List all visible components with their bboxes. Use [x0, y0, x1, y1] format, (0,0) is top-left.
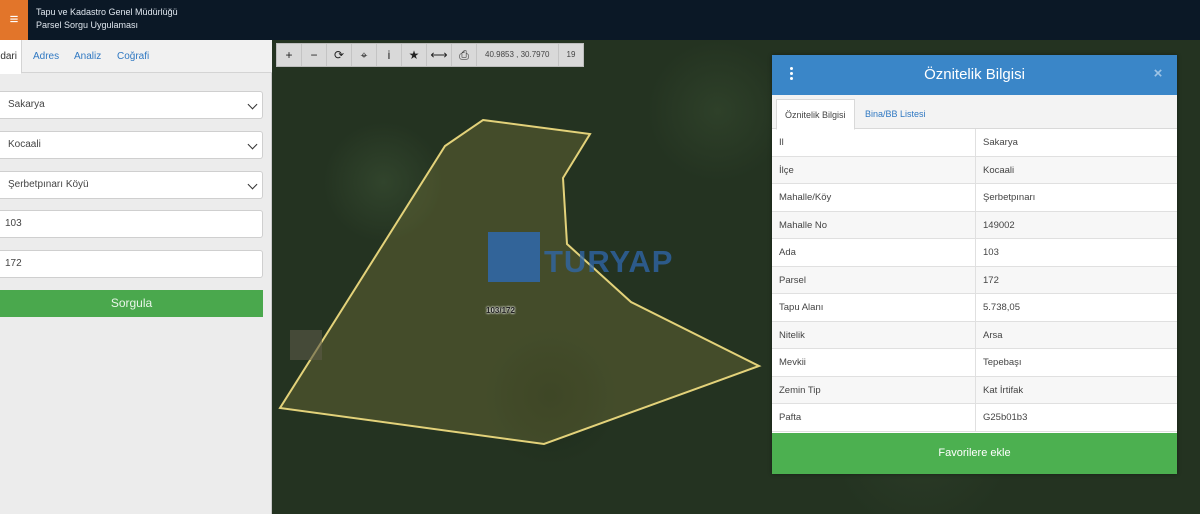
- row-value: 172: [975, 266, 1177, 294]
- search-tabs: dari Adres Analiz Coğrafi: [0, 40, 272, 74]
- mahalle-select[interactable]: Şerbetpınarı Köyü: [0, 171, 263, 199]
- query-button[interactable]: Sorgula: [0, 290, 263, 317]
- table-row: Pafta G25b01b3: [772, 404, 1177, 432]
- search-panel: dari Adres Analiz Coğrafi Sakarya Kocaal…: [0, 40, 272, 514]
- add-favorite-button[interactable]: Favorilere ekle: [772, 433, 1177, 474]
- refresh-icon[interactable]: ⟳: [327, 44, 352, 66]
- table-row: Il Sakarya: [772, 129, 1177, 157]
- table-row: Ada 103: [772, 239, 1177, 267]
- attribute-panel-header: Öznitelik Bilgisi ×: [772, 55, 1177, 95]
- zoom-in-icon[interactable]: +: [277, 44, 302, 66]
- tab-cografi[interactable]: Coğrafi: [117, 40, 149, 73]
- row-key: Mahalle No: [779, 219, 828, 231]
- attribute-panel-title: Öznitelik Bilgisi: [924, 66, 1025, 83]
- print-icon[interactable]: ⎙: [452, 44, 477, 66]
- parsel-input-value: 172: [5, 258, 22, 269]
- tab-oznitelik[interactable]: Öznitelik Bilgisi: [776, 99, 855, 130]
- close-icon[interactable]: ×: [1149, 65, 1167, 83]
- row-value: Arsa: [975, 321, 1177, 349]
- app-header: ≡ Tapu ve Kadastro Genel Müdürlüğü Parse…: [0, 0, 1200, 40]
- row-value: Sakarya: [975, 129, 1177, 156]
- app-title-line1: Tapu ve Kadastro Genel Müdürlüğü: [36, 7, 178, 17]
- coordinate-readout: 40.9853 , 30.7970: [477, 44, 559, 66]
- row-key: Pafta: [779, 412, 802, 423]
- table-row: Zemin Tip Kat İrtifak: [772, 376, 1177, 404]
- app-title: Tapu ve Kadastro Genel Müdürlüğü Parsel …: [36, 6, 178, 32]
- il-select-value: Sakarya: [8, 99, 45, 110]
- row-value: G25b01b3: [975, 404, 1177, 431]
- row-value: Kat İrtifak: [975, 376, 1177, 404]
- row-key: Nitelik: [779, 329, 805, 341]
- row-value: 103: [975, 239, 1177, 266]
- row-value: Kocaali: [975, 156, 1177, 184]
- table-row: Mahalle/Köy Şerbetpınarı: [772, 184, 1177, 212]
- parcel-label: 103/172: [486, 306, 515, 315]
- ada-input-value: 103: [5, 218, 22, 229]
- tab-idari[interactable]: dari: [0, 40, 22, 74]
- parsel-input[interactable]: 172: [0, 250, 263, 278]
- building-shape: [290, 330, 322, 360]
- row-key: Il: [779, 137, 784, 148]
- table-row: Tapu Alanı 5.738,05: [772, 294, 1177, 322]
- row-value: 149002: [975, 211, 1177, 239]
- row-key: Mevkii: [779, 357, 806, 368]
- row-key: Parsel: [779, 274, 806, 286]
- ilce-select[interactable]: Kocaali: [0, 131, 263, 159]
- tab-bina-listesi[interactable]: Bina/BB Listesi: [857, 99, 934, 129]
- hamburger-icon[interactable]: ≡: [0, 0, 28, 40]
- table-row: İlçe Kocaali: [772, 156, 1177, 184]
- measure-icon[interactable]: ⟷: [427, 44, 452, 66]
- more-options-icon[interactable]: [790, 67, 794, 83]
- row-value: Tepebaşı: [975, 349, 1177, 376]
- attribute-table: Il Sakarya İlçe Kocaali Mahalle/Köy Şerbetp…: [772, 129, 1177, 432]
- chevron-down-icon: [247, 179, 258, 190]
- row-key: Ada: [779, 247, 796, 258]
- table-row: Mevkii Tepebaşı: [772, 349, 1177, 377]
- table-row: Mahalle No 149002: [772, 211, 1177, 239]
- chevron-down-icon: [247, 99, 258, 110]
- attribute-tabs: Öznitelik Bilgisi Bina/BB Listesi: [772, 95, 1177, 130]
- turyap-logo-icon: [488, 232, 540, 282]
- attribute-panel: Öznitelik Bilgisi × Öznitelik Bilgisi Bi…: [772, 55, 1177, 474]
- row-key: İlçe: [779, 164, 794, 176]
- ada-input[interactable]: 103: [0, 210, 263, 238]
- tab-analiz[interactable]: Analiz: [74, 40, 101, 73]
- row-key: Mahalle/Köy: [779, 192, 832, 203]
- row-key: Tapu Alanı: [779, 302, 824, 313]
- tab-adres[interactable]: Adres: [33, 40, 59, 73]
- row-value: 5.738,05: [975, 294, 1177, 321]
- il-select[interactable]: Sakarya: [0, 91, 263, 119]
- zoom-level: 19: [566, 50, 576, 59]
- chevron-down-icon: [247, 139, 258, 150]
- table-row: Parsel 172: [772, 266, 1177, 294]
- map-toolbar: + − ⟳ ⌖ i ★ ⟷ ⎙ 40.9853 , 30.7970 19: [276, 43, 585, 67]
- watermark-text: TURYAP: [544, 244, 674, 279]
- locate-icon[interactable]: ⌖: [352, 44, 377, 66]
- row-value: Şerbetpınarı: [975, 184, 1177, 211]
- star-icon[interactable]: ★: [402, 44, 427, 66]
- parcel-polygon[interactable]: [278, 118, 762, 446]
- row-key: Zemin Tip: [779, 384, 821, 396]
- mahalle-select-value: Şerbetpınarı Köyü: [8, 179, 89, 190]
- ilce-select-value: Kocaali: [8, 139, 41, 150]
- zoom-out-icon[interactable]: −: [302, 44, 327, 66]
- app-title-line2: Parsel Sorgu Uygulaması: [36, 20, 139, 30]
- info-icon[interactable]: i: [377, 44, 402, 66]
- table-row: Nitelik Arsa: [772, 321, 1177, 349]
